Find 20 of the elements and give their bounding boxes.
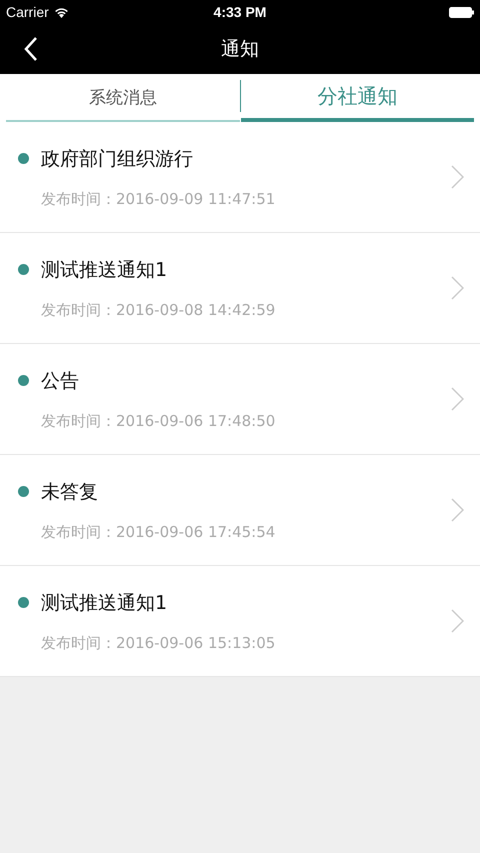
publish-time: 发布时间：2016-09-08 14:42:59: [40, 300, 276, 320]
publish-time: 发布时间：2016-09-06 17:45:54: [40, 522, 276, 542]
chevron-icon: [451, 387, 464, 411]
chevron-icon: [451, 165, 464, 189]
battery-icon: [449, 6, 474, 18]
publish-time: 发布时间：2016-09-06 17:48:50: [40, 412, 276, 430]
chevron-icon: [451, 498, 464, 522]
page-title: 通知: [221, 37, 259, 62]
wifi-icon: [54, 6, 69, 18]
notice-title: 政府部门组织游行: [41, 146, 193, 172]
publish-time: 发布时间：2016-09-09 11:47:51: [40, 190, 276, 208]
status-time: 4:33 PM: [214, 4, 266, 20]
notice-title: 未答复: [41, 480, 98, 504]
notice-title: 测试推送通知1: [41, 258, 168, 282]
notice-title: 测试推送通知1: [41, 590, 168, 616]
chevron-icon: [451, 276, 464, 300]
chevron-icon: [451, 609, 464, 633]
carrier-name: Carrier: [6, 4, 49, 20]
publish-time: 发布时间：2016-09-06 15:13:05: [40, 634, 276, 652]
notice-title: 公告: [41, 368, 79, 394]
